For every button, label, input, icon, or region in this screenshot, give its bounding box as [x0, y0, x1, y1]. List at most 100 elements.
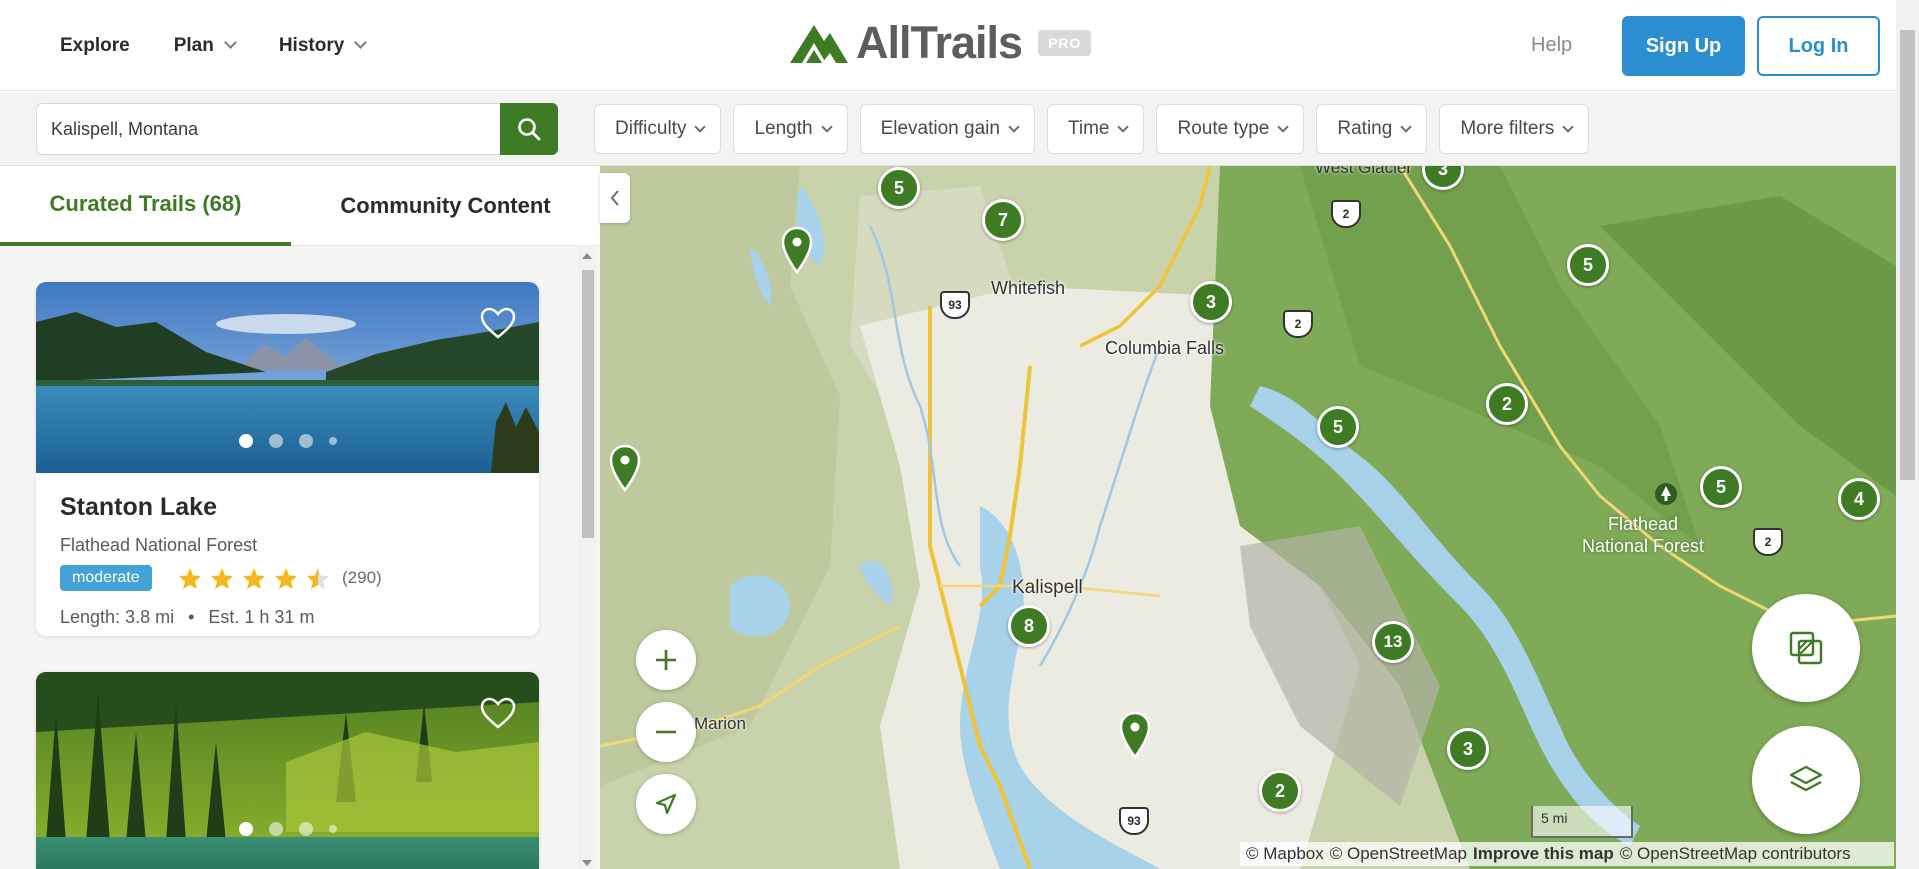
- chevron-down-icon: [694, 121, 707, 133]
- filter-elevation-gain[interactable]: Elevation gain: [859, 104, 1035, 154]
- collapse-panel-button[interactable]: [600, 173, 630, 223]
- filter-rating[interactable]: Rating: [1316, 104, 1428, 154]
- scroll-down-arrow-icon[interactable]: [582, 860, 592, 866]
- difficulty-badge: moderate: [60, 565, 152, 591]
- star-icon: [211, 567, 233, 589]
- trail-cluster-marker[interactable]: 3: [1447, 728, 1489, 770]
- filter-list: Difficulty Length Elevation gain Time Ro…: [594, 104, 1590, 154]
- carousel-dot[interactable]: [298, 822, 313, 836]
- scroll-thumb[interactable]: [582, 270, 594, 538]
- favorite-heart-icon[interactable]: [479, 306, 517, 340]
- trail-photo[interactable]: [36, 672, 539, 869]
- filter-label: Difficulty: [615, 118, 687, 139]
- trail-cluster-marker[interactable]: 8: [1008, 605, 1050, 647]
- zoom-out-button[interactable]: [636, 702, 696, 762]
- trail-area: Flathead National Forest: [60, 535, 258, 555]
- top-header: Explore Plan History AllTrails PRO Help …: [0, 0, 1919, 91]
- trail-pin-icon[interactable]: [608, 444, 642, 492]
- plus-icon: [656, 650, 676, 670]
- chevron-down-icon: [223, 36, 237, 49]
- nav-history[interactable]: History: [278, 34, 368, 57]
- page-scrollbar[interactable]: [1896, 0, 1919, 869]
- route-shield-us93: 93: [940, 291, 970, 319]
- rating-stars: (290): [178, 565, 382, 591]
- filter-difficulty[interactable]: Difficulty: [594, 104, 722, 154]
- page-scroll-thumb[interactable]: [1900, 30, 1915, 480]
- half-star-icon: [307, 567, 329, 589]
- log-in-button[interactable]: Log In: [1757, 16, 1880, 76]
- filter-label: Route type: [1177, 118, 1270, 139]
- trail-card[interactable]: [36, 672, 539, 869]
- list-scrollbar[interactable]: [578, 246, 596, 869]
- photo-carousel-dots: [36, 434, 539, 448]
- overlay-toggle-button[interactable]: [1752, 594, 1860, 702]
- filter-label: Length: [754, 118, 813, 139]
- location-arrow-icon: [655, 793, 677, 815]
- star-icon: [243, 567, 265, 589]
- trail-pin-icon[interactable]: [1118, 711, 1152, 759]
- carousel-dot[interactable]: [328, 825, 337, 833]
- location-search-input[interactable]: Kalispell, Montana: [36, 103, 501, 155]
- trail-map[interactable]: West Glacier Whitefish Columbia Falls Ka…: [600, 166, 1896, 869]
- carousel-dot[interactable]: [328, 437, 337, 445]
- trail-cluster-marker[interactable]: 5: [878, 167, 920, 209]
- attribution-mapbox[interactable]: © Mapbox: [1246, 844, 1324, 864]
- trail-name[interactable]: Stanton Lake: [60, 493, 217, 522]
- map-label-marion: Marion: [694, 714, 746, 733]
- alltrails-logo[interactable]: AllTrails PRO: [788, 17, 1092, 68]
- locate-me-button[interactable]: [636, 774, 696, 834]
- map-layers-button[interactable]: [1752, 726, 1860, 834]
- map-label-kalispell: Kalispell: [1012, 577, 1083, 598]
- tab-curated-trails[interactable]: Curated Trails (68): [0, 166, 291, 246]
- nav-plan[interactable]: Plan: [174, 35, 237, 57]
- chevron-down-icon: [1117, 121, 1130, 133]
- trail-cluster-marker[interactable]: 7: [982, 199, 1024, 241]
- chevron-down-icon: [1008, 121, 1020, 133]
- filter-label: Time: [1067, 118, 1110, 139]
- trail-cluster-marker[interactable]: 2: [1259, 770, 1301, 812]
- map-label-flathead-nf: Flathead National Forest: [1582, 513, 1704, 557]
- map-label-west-glacier: West Glacier: [1315, 166, 1412, 177]
- carousel-dot[interactable]: [268, 434, 283, 448]
- trail-cluster-marker[interactable]: 5: [1700, 466, 1742, 508]
- chevron-down-icon: [820, 121, 833, 133]
- forest-marker-icon: [1655, 483, 1677, 505]
- attribution-osm-contributors[interactable]: © OpenStreetMap contributors: [1620, 844, 1851, 864]
- filter-length[interactable]: Length: [733, 104, 848, 154]
- carousel-dot[interactable]: [238, 434, 253, 448]
- nav-explore[interactable]: Explore: [60, 35, 130, 57]
- route-shield-us93: 93: [1119, 807, 1149, 835]
- filter-more[interactable]: More filters: [1439, 104, 1590, 154]
- trail-cluster-marker[interactable]: 13: [1372, 621, 1414, 663]
- scroll-up-arrow-icon[interactable]: [582, 253, 592, 259]
- trail-cluster-marker[interactable]: 5: [1317, 406, 1359, 448]
- search-button[interactable]: [500, 103, 558, 155]
- favorite-heart-icon[interactable]: [479, 696, 517, 730]
- logo-text: AllTrails: [856, 17, 1023, 68]
- trail-cluster-marker[interactable]: 4: [1838, 478, 1880, 520]
- filter-label: More filters: [1460, 118, 1555, 139]
- chevron-down-icon: [1277, 121, 1290, 133]
- trail-cluster-marker[interactable]: 3: [1190, 281, 1232, 323]
- trail-cluster-marker[interactable]: 5: [1567, 244, 1609, 286]
- carousel-dot[interactable]: [298, 434, 313, 448]
- trail-cluster-marker[interactable]: 2: [1486, 383, 1528, 425]
- pro-badge: PRO: [1038, 30, 1092, 56]
- layers-icon: [1789, 765, 1823, 792]
- sign-up-button[interactable]: Sign Up: [1622, 16, 1745, 76]
- carousel-dot[interactable]: [268, 822, 283, 836]
- trail-card[interactable]: Stanton Lake Flathead National Forest mo…: [36, 282, 539, 636]
- filter-time[interactable]: Time: [1046, 104, 1145, 154]
- map-label-columbia-falls: Columbia Falls: [1105, 338, 1225, 358]
- carousel-dot[interactable]: [238, 822, 253, 836]
- tab-community-content[interactable]: Community Content: [291, 166, 600, 246]
- filter-route-type[interactable]: Route type: [1156, 104, 1305, 154]
- zoom-in-button[interactable]: [636, 630, 696, 690]
- attribution-osm[interactable]: © OpenStreetMap: [1330, 844, 1467, 864]
- help-link[interactable]: Help: [1531, 34, 1572, 57]
- chevron-down-icon: [1400, 121, 1412, 133]
- meta-separator: •: [188, 607, 195, 627]
- trail-pin-icon[interactable]: [780, 226, 814, 274]
- nav-history-label: History: [278, 34, 345, 56]
- improve-map-link[interactable]: Improve this map: [1473, 844, 1614, 864]
